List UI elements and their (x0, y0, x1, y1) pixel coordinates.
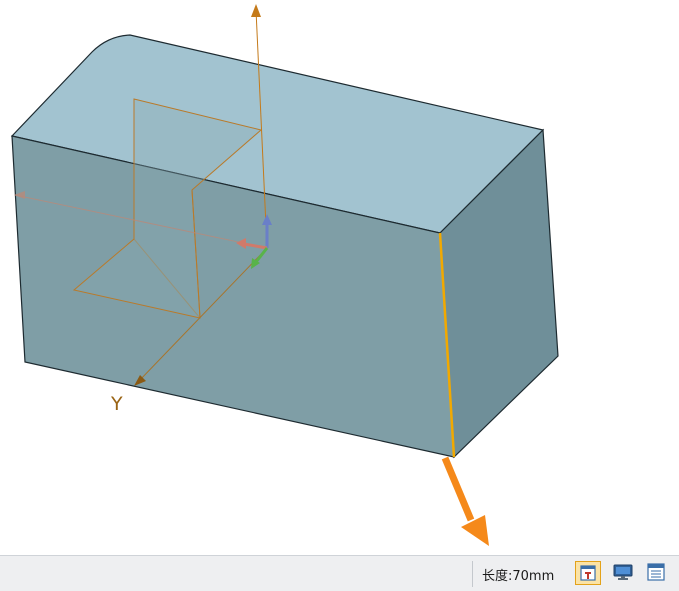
display-monitor-icon (613, 564, 633, 580)
axis-y-label: Y (110, 393, 123, 415)
z-axis-arrow-icon (251, 4, 261, 17)
display-button[interactable] (610, 561, 636, 585)
model-canvas[interactable]: Y (0, 0, 679, 555)
measurement-readout: 长度:70mm (482, 569, 555, 584)
window-icon (647, 563, 665, 581)
properties-button[interactable] (575, 561, 601, 585)
drag-arrow-handle[interactable] (441, 456, 489, 546)
properties-icon (580, 565, 596, 581)
status-bar: 长度:70mm (0, 555, 679, 591)
status-separator (472, 561, 473, 587)
3d-viewport[interactable]: Y (0, 0, 679, 555)
window-button[interactable] (644, 561, 670, 585)
